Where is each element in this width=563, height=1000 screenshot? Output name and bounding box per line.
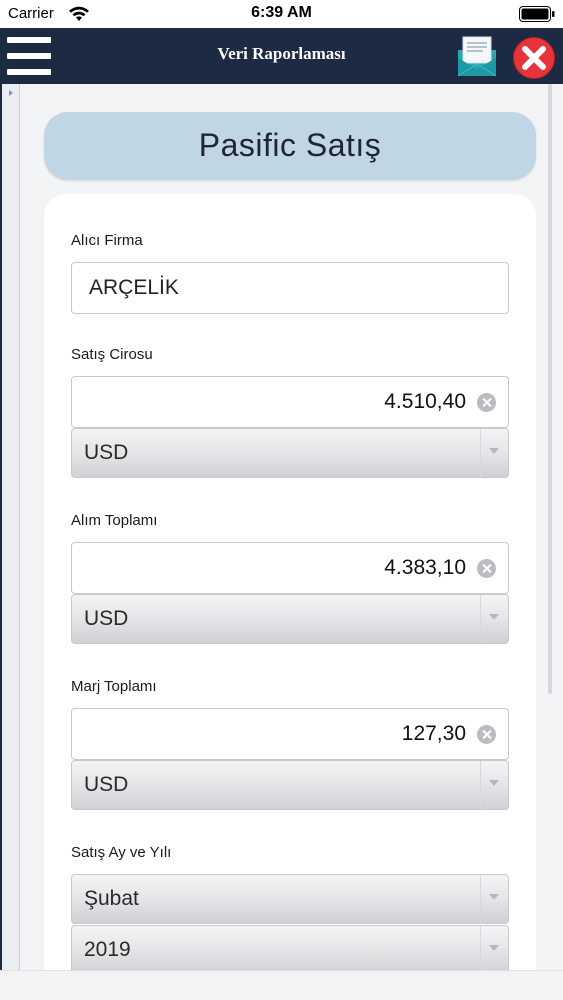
- chevron-down-icon: [489, 614, 499, 620]
- buyer-input[interactable]: ARÇELİK: [71, 262, 509, 314]
- app-title: Veri Raporlaması: [217, 44, 346, 63]
- purchase-total-currency-select[interactable]: USD: [71, 594, 509, 644]
- purchase-total-label: Alım Toplamı: [71, 512, 158, 529]
- chevron-down-icon: [489, 448, 499, 454]
- app-header: Veri Raporlaması: [0, 28, 563, 84]
- chevron-down-icon: [489, 780, 499, 786]
- bottom-safe-area: [0, 970, 563, 1000]
- main-content: Pasific Satış Alıcı Firma ARÇELİK Satış …: [22, 84, 550, 994]
- scrollbar[interactable]: [548, 84, 552, 694]
- sale-month-value: Şubat: [84, 887, 139, 910]
- buyer-value: ARÇELİK: [89, 276, 179, 299]
- margin-total-value: 127,30: [401, 722, 466, 745]
- form-card: Alıcı Firma ARÇELİK Satış Cirosu 4.510,4…: [44, 194, 536, 994]
- sale-year-value: 2019: [84, 938, 131, 961]
- margin-total-currency: USD: [84, 773, 129, 796]
- purchase-total-input[interactable]: 4.383,10: [71, 542, 509, 594]
- margin-total-currency-select[interactable]: USD: [71, 760, 509, 810]
- chevron-down-icon: [489, 894, 499, 900]
- mail-icon[interactable]: [456, 34, 498, 78]
- clear-icon[interactable]: [477, 393, 496, 412]
- sale-month-select[interactable]: Şubat: [71, 874, 509, 924]
- margin-total-input[interactable]: 127,30: [71, 708, 509, 760]
- expand-arrow-icon: [9, 90, 13, 96]
- clear-icon[interactable]: [477, 559, 496, 578]
- sales-revenue-label: Satış Cirosu: [71, 346, 153, 363]
- status-bar: Carrier 6:39 AM: [0, 0, 563, 28]
- battery-icon: [519, 6, 555, 22]
- chevron-down-icon: [489, 945, 499, 951]
- sale-year-select[interactable]: 2019: [71, 925, 509, 975]
- purchase-total-currency: USD: [84, 607, 129, 630]
- page-title-banner: Pasific Satış: [44, 112, 536, 180]
- close-icon[interactable]: [512, 36, 556, 80]
- margin-total-label: Marj Toplamı: [71, 678, 157, 695]
- sales-revenue-currency: USD: [84, 441, 129, 464]
- buyer-label: Alıcı Firma: [71, 232, 143, 249]
- clear-icon[interactable]: [477, 725, 496, 744]
- sales-revenue-value: 4.510,40: [384, 390, 466, 413]
- page-title: Pasific Satış: [198, 127, 382, 163]
- purchase-total-value: 4.383,10: [384, 556, 466, 579]
- sale-period-label: Satış Ay ve Yılı: [71, 844, 172, 861]
- sales-revenue-currency-select[interactable]: USD: [71, 428, 509, 478]
- hamburger-menu-icon[interactable]: [7, 37, 51, 75]
- sales-revenue-input[interactable]: 4.510,40: [71, 376, 509, 428]
- side-drawer-handle[interactable]: [0, 84, 20, 970]
- clock-time: 6:39 AM: [251, 4, 312, 21]
